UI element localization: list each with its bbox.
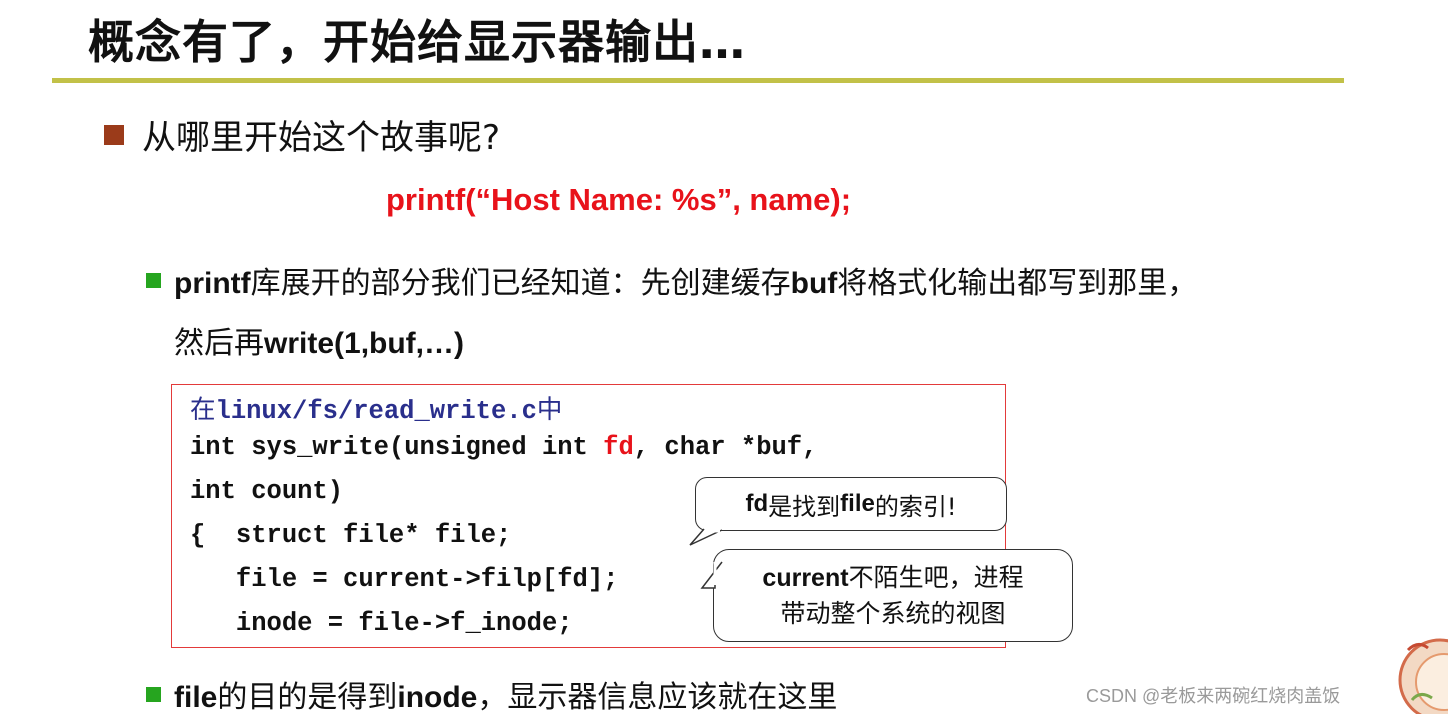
- bullet-file-text: file的目的是得到inode，显示器信息应该就在这里: [174, 672, 837, 716]
- printf-example: printf(“Host Name: %s”, name);: [386, 182, 852, 217]
- callout-keyword: current: [762, 563, 849, 592]
- callout-line: current不陌生吧，进程: [762, 560, 1023, 596]
- code-text: , char *buf,: [633, 433, 818, 462]
- bullet-printf-continuation: 然后再write(1,buf,…): [174, 318, 464, 362]
- text-segment: 然后再: [174, 326, 264, 361]
- bullet-printf-text: printf库展开的部分我们已经知道：先创建缓存buf将格式化输出都写到那里，: [174, 258, 1197, 302]
- code-highlight-fd: fd: [603, 433, 634, 462]
- code-text: 中: [536, 395, 563, 425]
- code-path: linux/fs/read_write.c: [215, 397, 537, 426]
- code-line: inode = file->f_inode;: [190, 609, 573, 638]
- title-divider: [52, 78, 1344, 83]
- text-segment: 的目的是得到: [217, 680, 398, 715]
- text-segment: 将格式化输出都写到那里，: [837, 266, 1198, 301]
- keyword-printf: printf: [174, 267, 251, 300]
- callout-current-note: current不陌生吧，进程 带动整个系统的视图: [713, 549, 1073, 642]
- bullet-question: 从哪里开始这个故事呢?: [142, 118, 501, 158]
- code-text: 在: [190, 395, 216, 425]
- code-text: int sys_write(unsigned int: [190, 433, 604, 462]
- callout-fd-note: fd 是找到 file 的索引!: [695, 477, 1007, 531]
- text-segment: 库展开的部分我们已经知道：先创建缓存: [250, 266, 791, 301]
- code-line: int sys_write(unsigned int fd, char *buf…: [190, 433, 817, 462]
- callout-text: 是找到: [768, 492, 841, 521]
- callout-text: 不陌生吧，进程: [848, 562, 1024, 592]
- green-square-bullet-icon: [146, 686, 161, 702]
- square-bullet-icon: [104, 124, 124, 145]
- slide-title: 概念有了，开始给显示器输出…: [88, 15, 746, 69]
- callout-line: 带动整个系统的视图: [780, 598, 1006, 628]
- code-file-path: 在linux/fs/read_write.c中: [190, 389, 562, 426]
- green-square-bullet-icon: [146, 272, 161, 288]
- csdn-watermark: CSDN @老板来两碗红烧肉盖饭: [1086, 686, 1341, 706]
- keyword-inode: inode: [397, 681, 478, 714]
- callout-text: 的索引!: [874, 492, 957, 521]
- corner-decoration-icon: [1398, 620, 1448, 714]
- callout-keyword: fd: [745, 490, 769, 517]
- keyword-file: file: [174, 681, 218, 714]
- keyword-write-call: write(1,buf,…): [264, 327, 464, 360]
- text-segment: ，显示器信息应该就在这里: [477, 680, 838, 715]
- bullet-level1: 从哪里开始这个故事呢?: [104, 110, 500, 159]
- callout-keyword: file: [840, 490, 875, 517]
- keyword-buf: buf: [790, 267, 838, 300]
- bullet-file-purpose: file的目的是得到inode，显示器信息应该就在这里: [146, 672, 837, 716]
- code-line: { struct file* file;: [190, 521, 512, 550]
- code-line: int count): [190, 477, 344, 506]
- code-line-highlight: file = current->filp[fd];: [190, 565, 619, 594]
- bullet-printf-explain: printf库展开的部分我们已经知道：先创建缓存buf将格式化输出都写到那里，: [146, 258, 1197, 302]
